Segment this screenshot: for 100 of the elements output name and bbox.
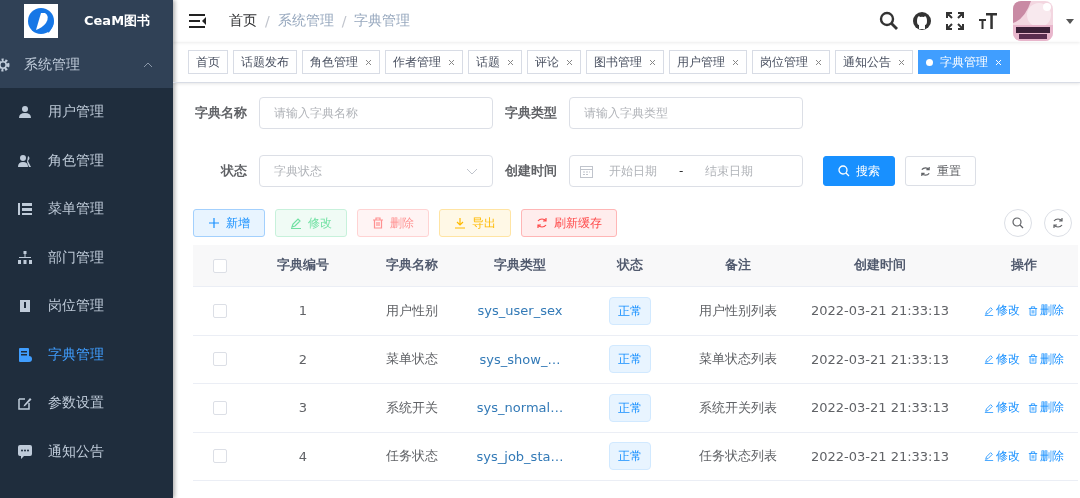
tab[interactable]: 评论	[527, 50, 581, 74]
pencil-icon	[983, 402, 994, 413]
refresh-icon	[920, 165, 931, 177]
close-icon[interactable]	[448, 58, 455, 66]
type-link[interactable]: sys_normal…	[465, 400, 575, 416]
type-link[interactable]: sys_show_…	[465, 351, 575, 367]
tab[interactable]: 作者管理	[385, 50, 463, 74]
table-cell-text: 3	[297, 400, 309, 416]
refresh-icon	[536, 217, 548, 229]
breadcrumb-item[interactable]: 首页	[229, 12, 257, 30]
github-icon[interactable]	[912, 11, 932, 31]
trash-icon	[1027, 305, 1038, 316]
pencil-icon	[983, 354, 994, 365]
nav-item[interactable]: 部门管理	[0, 233, 173, 282]
pencil-icon	[983, 305, 994, 316]
plus-icon	[208, 217, 220, 229]
close-icon[interactable]	[365, 58, 372, 66]
delete-link[interactable]: 删除	[1027, 351, 1064, 367]
close-icon[interactable]	[649, 58, 656, 66]
tab[interactable]: 图书管理	[586, 50, 664, 74]
type-link[interactable]: sys_user_sex	[465, 303, 575, 319]
menu-icon[interactable]	[189, 14, 207, 28]
input-field[interactable]: 请输入字典类型	[569, 97, 803, 129]
refresh-icon	[1052, 217, 1064, 229]
column-header: 备注	[724, 257, 752, 274]
user-icon	[18, 105, 32, 120]
table-cell-text: 2	[297, 351, 309, 367]
edit-icon	[18, 396, 32, 411]
checkbox[interactable]	[213, 449, 227, 464]
search-icon[interactable]	[879, 11, 899, 31]
close-icon[interactable]	[507, 58, 514, 66]
checkbox[interactable]	[213, 400, 227, 415]
post-icon	[18, 299, 32, 314]
download-icon	[454, 217, 466, 229]
tab[interactable]: 话题	[468, 50, 522, 74]
trash-icon	[1027, 402, 1038, 413]
menu-group[interactable]: 系统管理	[0, 42, 173, 88]
column-header: 操作	[1009, 257, 1038, 274]
table-cell-text: 2022-03-21 21:33:13	[809, 448, 951, 464]
column-header: 字典类型	[493, 257, 547, 274]
table-cell-text: 用户性别	[385, 301, 439, 320]
close-icon[interactable]	[566, 58, 573, 66]
close-icon[interactable]	[815, 58, 822, 66]
close-icon[interactable]	[898, 58, 905, 66]
breadcrumb-separator: /	[341, 13, 347, 29]
column-header: 创建时间	[853, 257, 907, 274]
edit-link[interactable]: 修改	[983, 400, 1020, 416]
edit-link[interactable]: 修改	[983, 303, 1020, 319]
table-cell-text: 系统开关	[385, 398, 439, 417]
field-label: 字典名称	[194, 104, 247, 122]
edit-link[interactable]: 修改	[983, 351, 1020, 367]
reset-button[interactable]: 重置	[905, 156, 976, 186]
table-cell-text: 2022-03-21 21:33:13	[809, 400, 951, 416]
tab[interactable]: 岗位管理	[752, 50, 830, 74]
close-icon[interactable]	[732, 58, 739, 66]
nav-item[interactable]: 菜单管理	[0, 185, 173, 234]
column-header: 字典名称	[385, 257, 439, 274]
input-field[interactable]: 请输入字典名称	[259, 97, 493, 129]
delete-link[interactable]: 删除	[1027, 448, 1064, 464]
list-icon	[18, 202, 32, 217]
trash-icon	[372, 217, 384, 229]
nav-item[interactable]: 角色管理	[0, 136, 173, 185]
table-cell-text: 2022-03-21 21:33:13	[809, 303, 951, 319]
status-tag: 正常	[609, 393, 651, 422]
nav-item[interactable]: 岗位管理	[0, 282, 173, 331]
delete-link[interactable]: 删除	[1027, 303, 1064, 319]
status-tag: 正常	[609, 442, 651, 471]
search-button[interactable]	[1004, 209, 1032, 237]
field-label: 字典类型	[504, 104, 557, 122]
fullscreen-icon[interactable]	[945, 11, 965, 31]
tab[interactable]: 首页	[188, 50, 228, 74]
logo-icon	[24, 4, 58, 38]
caret-icon[interactable]	[1066, 18, 1074, 24]
table-cell-text: 任务状态列表	[698, 447, 778, 466]
nav-item[interactable]: 用户管理	[0, 88, 173, 137]
nav-item[interactable]: 参数设置	[0, 379, 173, 428]
dot-icon	[926, 58, 933, 66]
tab[interactable]: 角色管理	[302, 50, 380, 74]
nav-item[interactable]: 字典管理	[0, 330, 173, 379]
type-link[interactable]: sys_job_sta…	[465, 448, 575, 464]
pencil-icon	[290, 217, 302, 229]
nav-item[interactable]: 通知公告	[0, 427, 173, 476]
date-range-field[interactable]: 开始日期 - 结束日期	[569, 155, 803, 187]
tab[interactable]: 话题发布	[233, 50, 297, 74]
edit-link[interactable]: 修改	[983, 448, 1020, 464]
trash-icon	[1027, 354, 1038, 365]
font-size-icon[interactable]	[978, 11, 998, 31]
tab[interactable]: 用户管理	[669, 50, 747, 74]
tab[interactable]: 通知公告	[835, 50, 913, 74]
table-cell-text: 1	[297, 303, 309, 319]
checkbox[interactable]	[213, 303, 227, 318]
refresh-button[interactable]	[1044, 209, 1072, 237]
dict-icon	[18, 347, 32, 362]
column-header: 字典编号	[276, 257, 330, 274]
checkbox[interactable]	[213, 258, 227, 273]
tree-icon	[18, 250, 32, 265]
trash-icon	[1027, 451, 1038, 462]
delete-link[interactable]: 删除	[1027, 400, 1064, 416]
calendar-icon	[580, 164, 593, 178]
checkbox[interactable]	[213, 352, 227, 367]
